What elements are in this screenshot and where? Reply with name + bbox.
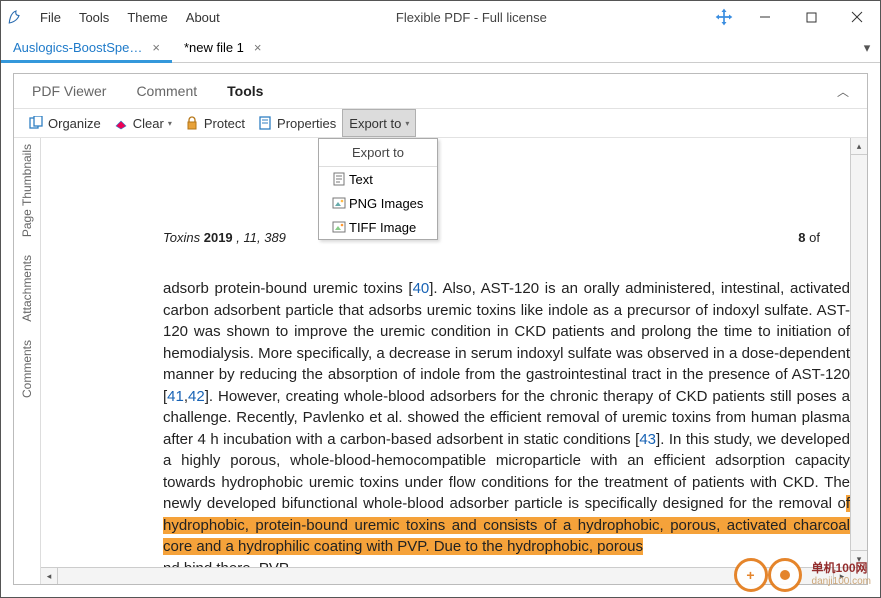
titlebar: File Tools Theme About Flexible PDF - Fu… <box>1 1 880 33</box>
document-tabbar: Auslogics-BoostSpe… × *new file 1 × ▾ <box>1 33 880 63</box>
page-body-text: adsorb protein-bound uremic toxins [40].… <box>163 278 850 579</box>
png-file-icon <box>329 196 349 210</box>
content-frame: PDF Viewer Comment Tools ︿ Organize Clea… <box>13 73 868 585</box>
ribbon-tab-tools[interactable]: Tools <box>227 83 263 99</box>
lock-icon <box>184 115 200 131</box>
document-viewport[interactable]: Toxins 2019 , 11, 389 8 of ad <box>40 138 867 584</box>
ribbon-tab-comment[interactable]: Comment <box>136 83 197 99</box>
doc-tab-1-label: Auslogics-BoostSpe… <box>13 40 142 55</box>
doc-tab-2-close-icon[interactable]: × <box>254 40 262 55</box>
ribbon-collapse-icon[interactable]: ︿ <box>837 83 849 100</box>
protect-label: Protect <box>204 116 245 131</box>
watermark-text-en: danji100.com <box>812 575 871 588</box>
side-tab-comments[interactable]: Comments <box>20 340 34 398</box>
content-shell: PDF Viewer Comment Tools ︿ Organize Clea… <box>1 63 880 597</box>
organize-label: Organize <box>48 116 101 131</box>
properties-icon <box>257 115 273 131</box>
move-icon[interactable] <box>714 7 734 27</box>
text-file-icon <box>329 172 349 186</box>
properties-label: Properties <box>277 116 336 131</box>
export-item-png-label: PNG Images <box>349 196 423 211</box>
export-item-text[interactable]: Text <box>319 167 437 191</box>
citation-43[interactable]: 43 <box>639 431 656 448</box>
window-title: Flexible PDF - Full license <box>229 10 714 25</box>
doc-tab-2[interactable]: *new file 1 × <box>172 33 274 62</box>
ribbon-tabs: PDF Viewer Comment Tools ︿ <box>14 74 867 108</box>
properties-button[interactable]: Properties <box>251 109 342 137</box>
close-button[interactable] <box>834 1 880 33</box>
watermark-logo-icon: + <box>734 558 802 592</box>
tools-toolbar: Organize Clear Protect Properties Export… <box>14 108 867 138</box>
export-item-tiff-label: TIFF Image <box>349 220 416 235</box>
tablist-dropdown-icon[interactable]: ▾ <box>854 33 880 62</box>
tiff-file-icon <box>329 220 349 234</box>
scroll-up-icon[interactable]: ▴ <box>851 138 867 155</box>
doc-tab-1-close-icon[interactable]: × <box>152 40 160 55</box>
eraser-icon <box>113 115 129 131</box>
clear-button[interactable]: Clear <box>107 109 178 137</box>
main-row: Export to Text PNG Images TIFF Image <box>14 138 867 584</box>
export-item-text-label: Text <box>349 172 373 187</box>
journal-name: Toxins <box>163 230 200 245</box>
watermark: + 单机100网 danji100.com <box>734 558 871 592</box>
doc-tab-1[interactable]: Auslogics-BoostSpe… × <box>1 33 172 62</box>
citation-41[interactable]: 41 <box>167 388 184 405</box>
watermark-text-cn: 单机100网 <box>812 562 871 575</box>
window-controls <box>742 1 880 33</box>
scroll-left-icon[interactable]: ◂ <box>41 568 58 584</box>
menu-tools[interactable]: Tools <box>70 1 118 33</box>
export-button[interactable]: Export to <box>342 109 416 137</box>
journal-issue: , 11, 389 <box>236 230 286 245</box>
journal-year: 2019 <box>204 230 233 245</box>
export-item-png[interactable]: PNG Images <box>319 191 437 215</box>
pdf-page: Toxins 2019 , 11, 389 8 of ad <box>53 138 850 567</box>
menu-about[interactable]: About <box>177 1 229 33</box>
protect-button[interactable]: Protect <box>178 109 251 137</box>
side-tab-thumbnails[interactable]: Page Thumbnails <box>20 144 34 237</box>
vertical-scrollbar[interactable]: ▴ ▾ <box>850 138 867 567</box>
app-icon <box>1 1 31 33</box>
export-label: Export to <box>349 116 401 131</box>
doc-tab-2-label: *new file 1 <box>184 40 244 55</box>
side-tabs: Page Thumbnails Attachments Comments <box>14 138 40 584</box>
app-window: File Tools Theme About Flexible PDF - Fu… <box>0 0 881 598</box>
maximize-button[interactable] <box>788 1 834 33</box>
organize-icon <box>28 115 44 131</box>
menu-theme[interactable]: Theme <box>118 1 176 33</box>
export-dropdown-header: Export to <box>319 139 437 167</box>
page-number: 8 of <box>798 230 820 245</box>
citation-40[interactable]: 40 <box>413 280 430 297</box>
citation-42[interactable]: 42 <box>188 388 205 405</box>
ribbon-tab-viewer[interactable]: PDF Viewer <box>32 83 106 99</box>
export-item-tiff[interactable]: TIFF Image <box>319 215 437 239</box>
organize-button[interactable]: Organize <box>22 109 107 137</box>
page-header: Toxins 2019 , 11, 389 8 of <box>163 230 820 245</box>
clear-label: Clear <box>133 116 164 131</box>
export-dropdown: Export to Text PNG Images TIFF Image <box>318 138 438 240</box>
menu-file[interactable]: File <box>31 1 70 33</box>
minimize-button[interactable] <box>742 1 788 33</box>
side-tab-attachments[interactable]: Attachments <box>20 255 34 322</box>
